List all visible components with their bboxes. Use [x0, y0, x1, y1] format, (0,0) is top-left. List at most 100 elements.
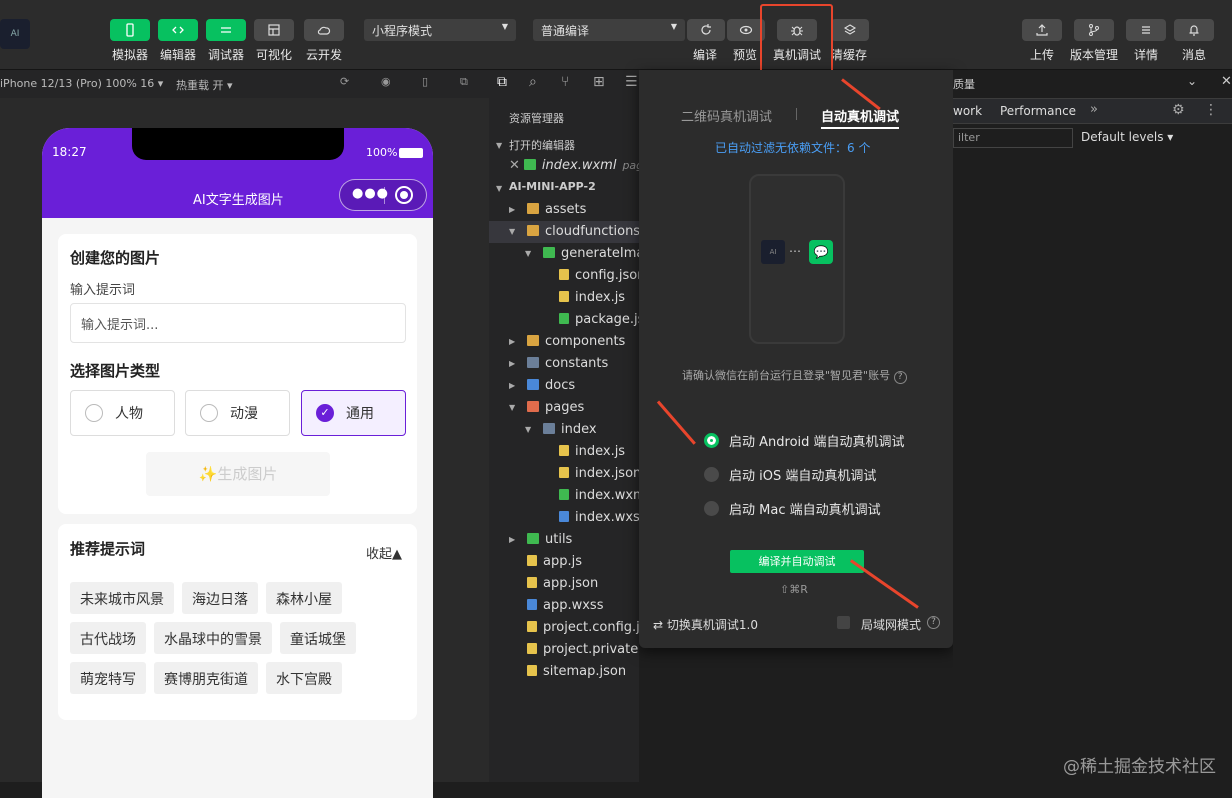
file-tree-item[interactable]: app.wxss [489, 595, 639, 617]
file-tree-item[interactable]: ▶ components [489, 331, 639, 353]
file-tree-item[interactable]: project.config.js [489, 617, 639, 639]
clear-cache-button[interactable] [831, 19, 869, 41]
gear-icon[interactable]: ⚙ [1172, 102, 1185, 118]
chevron-right-icon[interactable]: ▶ [509, 353, 515, 375]
chevron-down-icon[interactable]: ▼ [509, 397, 515, 419]
file-tree-item[interactable]: ▼ index [489, 419, 639, 441]
tab-network[interactable]: work [953, 104, 982, 118]
chevron-right-icon[interactable]: ▶ [509, 199, 515, 221]
switch-debug-link[interactable]: ⇄ 切换真机调试1.0 [653, 616, 758, 633]
compile-auto-debug-button[interactable]: 编译并自动调试 [730, 550, 864, 573]
file-tree-item[interactable]: config.json [489, 265, 639, 287]
chevron-down-icon[interactable]: ▼ [525, 243, 531, 265]
prompt-tag[interactable]: 萌宠特写 [70, 662, 146, 694]
console-filter-input[interactable]: ilter [953, 128, 1073, 148]
prompt-tag[interactable]: 未来城市风景 [70, 582, 174, 614]
refresh-icon[interactable]: ⟳ [340, 75, 349, 88]
cloud-dev-button[interactable] [304, 19, 344, 41]
chevron-down-icon[interactable]: ▼ [509, 221, 515, 243]
close-icon[interactable] [395, 186, 413, 204]
file-tree-item[interactable]: ▼ pages [489, 397, 639, 419]
prompt-input[interactable]: 输入提示词... [70, 303, 406, 343]
file-tree-item[interactable]: ▶ assets [489, 199, 639, 221]
prompt-tag[interactable]: 海边日落 [182, 582, 258, 614]
help-icon[interactable]: ? [893, 371, 907, 384]
compile-select[interactable]: 普通编译 ▼ [533, 19, 685, 41]
generate-button[interactable]: ✨生成图片 [146, 452, 330, 496]
chevron-right-icon[interactable]: ▶ [509, 375, 515, 397]
more-tabs-icon[interactable]: » [1090, 102, 1098, 117]
search-icon[interactable]: ⌕ [529, 74, 537, 90]
messages-button[interactable] [1174, 19, 1214, 41]
device-select[interactable]: iPhone 12/13 (Pro) 100% 16 ▾ [0, 77, 163, 90]
file-tree-item[interactable]: index.js [489, 441, 639, 463]
upload-button[interactable] [1022, 19, 1062, 41]
open-editors-header[interactable]: 打开的编辑器 [509, 137, 575, 153]
chevron-down-icon[interactable]: ⌄ [1187, 74, 1197, 88]
mode-select[interactable]: 小程序模式 ▼ [364, 19, 516, 41]
kebab-icon[interactable]: ⋮ [1204, 102, 1218, 118]
simulator-button[interactable] [110, 19, 150, 41]
project-header[interactable]: AI-MINI-APP-2 [509, 180, 596, 193]
radio-icon [704, 467, 719, 482]
collapse-button[interactable]: 收起▲ [366, 543, 402, 562]
file-tree-label: project.config.js [543, 620, 639, 635]
visualize-button[interactable] [254, 19, 294, 41]
files-icon[interactable]: ⧉ [497, 74, 507, 90]
file-tree-item[interactable]: ▶ docs [489, 375, 639, 397]
tab-qrcode-debug[interactable]: 二维码真机调试 [681, 106, 772, 125]
prompt-tag[interactable]: 森林小屋 [266, 582, 342, 614]
file-tree-item[interactable]: ▶ utils [489, 529, 639, 551]
option-android[interactable]: 启动 Android 端自动真机调试 [704, 431, 905, 450]
file-tree-item[interactable]: ▶ constants [489, 353, 639, 375]
type-anime[interactable]: 动漫 [185, 390, 290, 436]
prompt-tag[interactable]: 古代战场 [70, 622, 146, 654]
outline-icon[interactable]: ☰ [625, 74, 638, 90]
file-tree-item[interactable]: index.json [489, 463, 639, 485]
close-icon[interactable]: ✕ [1221, 74, 1232, 89]
file-tree-item[interactable]: app.json [489, 573, 639, 595]
file-tree-item[interactable]: index.js [489, 287, 639, 309]
file-tree-item[interactable]: index.wxss [489, 507, 639, 529]
help-icon[interactable]: ? [927, 616, 940, 629]
file-icon [559, 269, 569, 280]
open-editor-item[interactable]: ✕ index.wxml pag [509, 155, 639, 177]
option-mac[interactable]: 启动 Mac 端自动真机调试 [704, 499, 881, 518]
tab-auto-debug[interactable]: 自动真机调试 [821, 106, 900, 129]
close-icon[interactable]: ✕ [509, 158, 520, 173]
chevron-down-icon[interactable]: ▼ [525, 419, 531, 441]
hotreload-toggle[interactable]: 热重载 开 ▾ [176, 77, 233, 93]
file-tree-item[interactable]: ▼ cloudfunctions [489, 221, 639, 243]
prompt-tag[interactable]: 童话城堡 [280, 622, 356, 654]
debugger-button[interactable] [206, 19, 246, 41]
option-ios[interactable]: 启动 iOS 端自动真机调试 [704, 465, 876, 484]
details-button[interactable] [1126, 19, 1166, 41]
compile-button[interactable] [687, 19, 725, 41]
record-icon[interactable]: ◉ [381, 75, 391, 88]
file-tree-item[interactable]: index.wxml [489, 485, 639, 507]
file-tree-item[interactable]: ▼ generateImage [489, 243, 639, 265]
chevron-right-icon[interactable]: ▶ [509, 529, 515, 551]
tab-performance[interactable]: Performance [1000, 104, 1076, 118]
log-levels-select[interactable]: Default levels ▾ [1081, 130, 1173, 144]
file-tree-item[interactable]: project.private.config... [489, 639, 639, 661]
type-general[interactable]: ✓ 通用 [301, 390, 406, 436]
chevron-right-icon[interactable]: ▶ [509, 331, 515, 353]
prompt-tag[interactable]: 赛博朋克街道 [154, 662, 258, 694]
git-icon[interactable]: ⑂ [561, 74, 569, 90]
version-button[interactable] [1074, 19, 1114, 41]
phone-icon[interactable]: ▯ [422, 75, 428, 88]
file-tree-item[interactable]: app.js [489, 551, 639, 573]
file-tree-item[interactable]: package.json [489, 309, 639, 331]
type-person[interactable]: 人物 [70, 390, 175, 436]
file-tree-item[interactable]: sitemap.json [489, 661, 639, 683]
phone-illustration: AI ⋯ 💬 [749, 174, 845, 344]
lan-checkbox[interactable] [837, 616, 850, 629]
popout-icon[interactable]: ⧉ [460, 75, 468, 89]
capsule-menu[interactable]: ●●● [339, 179, 427, 211]
prompt-tag[interactable]: 水晶球中的雪景 [154, 622, 272, 654]
prompt-tag[interactable]: 水下宫殿 [266, 662, 342, 694]
create-card: 创建您的图片 输入提示词 输入提示词... 选择图片类型 人物 动漫 ✓ 通用 ✨… [58, 234, 417, 514]
extensions-icon[interactable]: ⊞ [593, 74, 605, 90]
editor-button[interactable] [158, 19, 198, 41]
